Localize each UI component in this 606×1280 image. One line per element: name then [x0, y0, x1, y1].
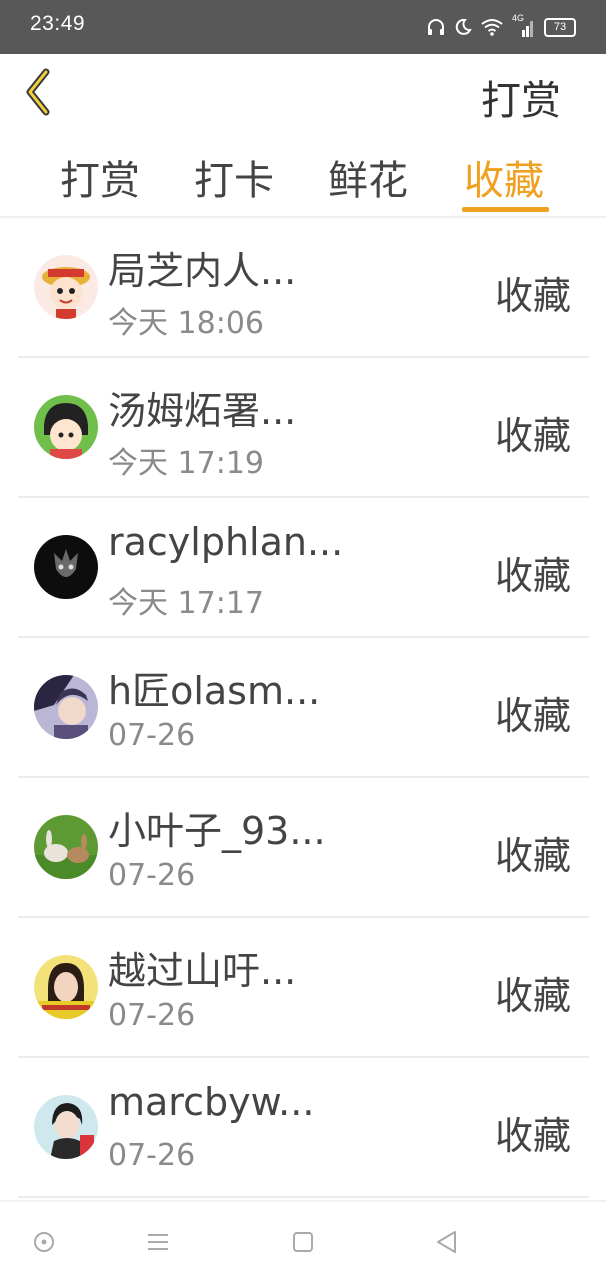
back-button[interactable] — [18, 64, 62, 116]
header: 打赏 — [0, 54, 606, 134]
list-item[interactable]: marcbyw... 07-26 收藏 — [0, 1058, 606, 1198]
action-label: 收藏 — [494, 694, 571, 738]
avatar — [34, 535, 98, 599]
list-item[interactable]: 越过山吁... 07-26 收藏 — [0, 918, 606, 1058]
list-item[interactable]: 汤姆炻署... 今天 17:19 收藏 — [0, 358, 606, 498]
headphones-icon — [428, 19, 444, 35]
chevron-left-icon — [26, 68, 50, 116]
signal-icon: 4G — [512, 13, 536, 38]
user-name: racylphlan... — [108, 520, 344, 564]
avatar — [34, 255, 98, 319]
user-name: 越过山吁... — [108, 949, 297, 993]
status-icons: 4G 73 — [426, 13, 576, 40]
user-name: 局芝内人... — [108, 249, 297, 293]
tab-favorites[interactable]: 收藏 — [464, 148, 544, 206]
user-name: h匠olasm... — [108, 669, 321, 713]
action-label: 收藏 — [494, 414, 571, 458]
tab-bar: 打赏 打卡 鲜花 收藏 — [0, 140, 606, 216]
timestamp: 07-26 — [108, 998, 196, 1033]
list-item[interactable]: racylphlan... 今天 17:17 收藏 — [0, 498, 606, 638]
avatar — [34, 675, 98, 739]
action-label: 收藏 — [494, 554, 571, 598]
avatar — [34, 1095, 98, 1159]
action-label: 收藏 — [494, 834, 571, 878]
system-nav-bar — [0, 1200, 606, 1280]
avatar — [34, 955, 98, 1019]
favorites-list: 局芝内人... 今天 18:06 收藏 汤姆炻署... 今天 17:19 收藏 — [0, 218, 606, 1198]
status-bar: 23:49 4G 73 — [0, 0, 606, 54]
timestamp: 07-26 — [108, 718, 196, 753]
user-name: marcbyw... — [108, 1080, 315, 1124]
timestamp: 07-26 — [108, 858, 196, 893]
timestamp: 07-26 — [108, 1138, 196, 1173]
list-item[interactable]: h匠olasm... 07-26 收藏 — [0, 638, 606, 778]
menu-icon[interactable] — [146, 1230, 170, 1254]
moon-icon — [455, 18, 472, 35]
tab-active-indicator — [462, 207, 549, 212]
action-label: 收藏 — [494, 974, 571, 1018]
timestamp: 今天 17:19 — [108, 446, 264, 481]
list-item[interactable]: 局芝内人... 今天 18:06 收藏 — [0, 218, 606, 358]
wifi-icon — [481, 19, 503, 36]
back-triangle-icon[interactable] — [435, 1230, 459, 1254]
action-label: 收藏 — [494, 1114, 571, 1158]
header-reward-button[interactable]: 打赏 — [481, 68, 561, 126]
tab-reward[interactable]: 打赏 — [60, 148, 140, 206]
circle-dot-icon[interactable] — [32, 1230, 56, 1254]
battery-icon: 73 — [544, 17, 576, 37]
avatar — [34, 395, 98, 459]
square-icon[interactable] — [291, 1230, 315, 1254]
status-time: 23:49 — [30, 12, 86, 35]
action-label: 收藏 — [494, 274, 571, 318]
tab-checkin[interactable]: 打卡 — [194, 148, 274, 206]
list-item[interactable]: 小叶子_93... 07-26 收藏 — [0, 778, 606, 918]
timestamp: 今天 18:06 — [108, 306, 264, 341]
timestamp: 今天 17:17 — [108, 586, 264, 621]
row-divider — [18, 1196, 589, 1198]
user-name: 小叶子_93... — [108, 809, 326, 853]
tab-flowers[interactable]: 鲜花 — [328, 148, 408, 206]
avatar — [34, 815, 98, 879]
user-name: 汤姆炻署... — [108, 389, 297, 433]
